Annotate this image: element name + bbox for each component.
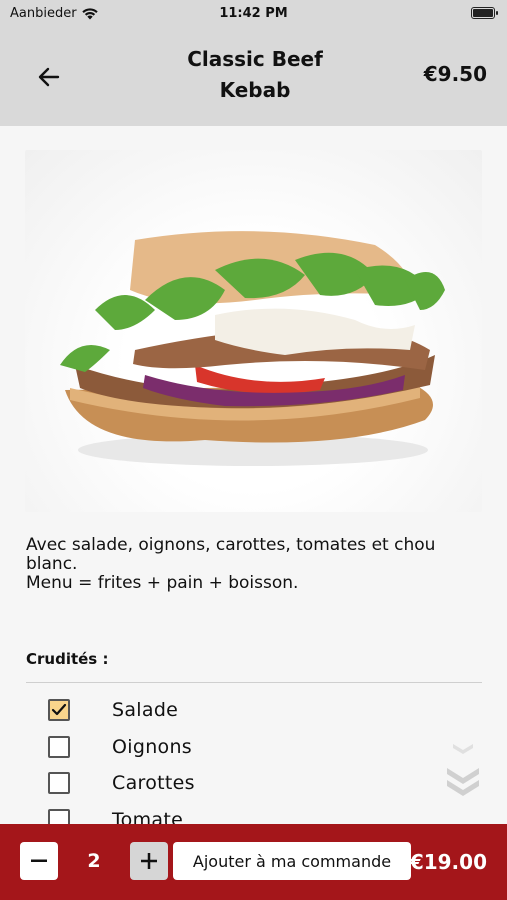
option-label: Oignons xyxy=(112,736,193,758)
decrease-quantity-button[interactable] xyxy=(20,842,58,880)
clock: 11:42 PM xyxy=(219,6,288,21)
battery-icon xyxy=(471,7,498,19)
description-line-1: Avec salade, oignons, carottes, tomates … xyxy=(26,535,436,574)
quantity-value: 2 xyxy=(87,850,101,872)
back-button[interactable] xyxy=(34,62,64,92)
page-title: Classic Beef Kebab xyxy=(187,47,323,102)
checkbox-tomate[interactable] xyxy=(48,809,70,824)
plus-icon xyxy=(141,853,157,869)
option-carottes[interactable]: Carottes xyxy=(48,771,195,795)
kebab-illustration xyxy=(60,231,445,466)
product-image xyxy=(25,150,482,512)
crudites-label: Crudités : xyxy=(26,650,109,668)
option-oignons[interactable]: Oignons xyxy=(48,735,192,759)
scroll-down-hint[interactable] xyxy=(443,736,483,806)
minus-icon xyxy=(31,859,47,862)
add-to-order-button[interactable]: Ajouter à ma commande xyxy=(173,842,411,880)
checkbox-carottes[interactable] xyxy=(48,772,70,794)
increase-quantity-button[interactable] xyxy=(130,842,168,880)
option-tomate[interactable]: Tomate xyxy=(48,808,183,824)
status-bar: Aanbieder 11:42 PM xyxy=(0,0,507,28)
header: Classic Beef Kebab €9.50 xyxy=(0,28,507,126)
section-divider xyxy=(26,682,482,683)
order-total: €19.00 xyxy=(409,850,487,874)
option-label: Salade xyxy=(112,699,179,721)
checkbox-salade[interactable] xyxy=(48,699,70,721)
option-label: Tomate xyxy=(112,809,184,824)
header-price: €9.50 xyxy=(423,62,487,86)
description-line-2: Menu = frites + pain + boisson. xyxy=(26,573,299,593)
chevron-down-icon xyxy=(447,744,479,796)
product-description: Avec salade, oignons, carottes, tomates … xyxy=(26,536,486,593)
option-salade[interactable]: Salade xyxy=(48,698,178,722)
order-bar: 2 Ajouter à ma commande €19.00 xyxy=(0,824,507,900)
checkmark-icon xyxy=(51,703,67,716)
checkbox-oignons[interactable] xyxy=(48,736,70,758)
product-detail: Avec salade, oignons, carottes, tomates … xyxy=(0,126,507,824)
option-label: Carottes xyxy=(112,772,195,794)
arrow-left-icon xyxy=(38,67,60,87)
